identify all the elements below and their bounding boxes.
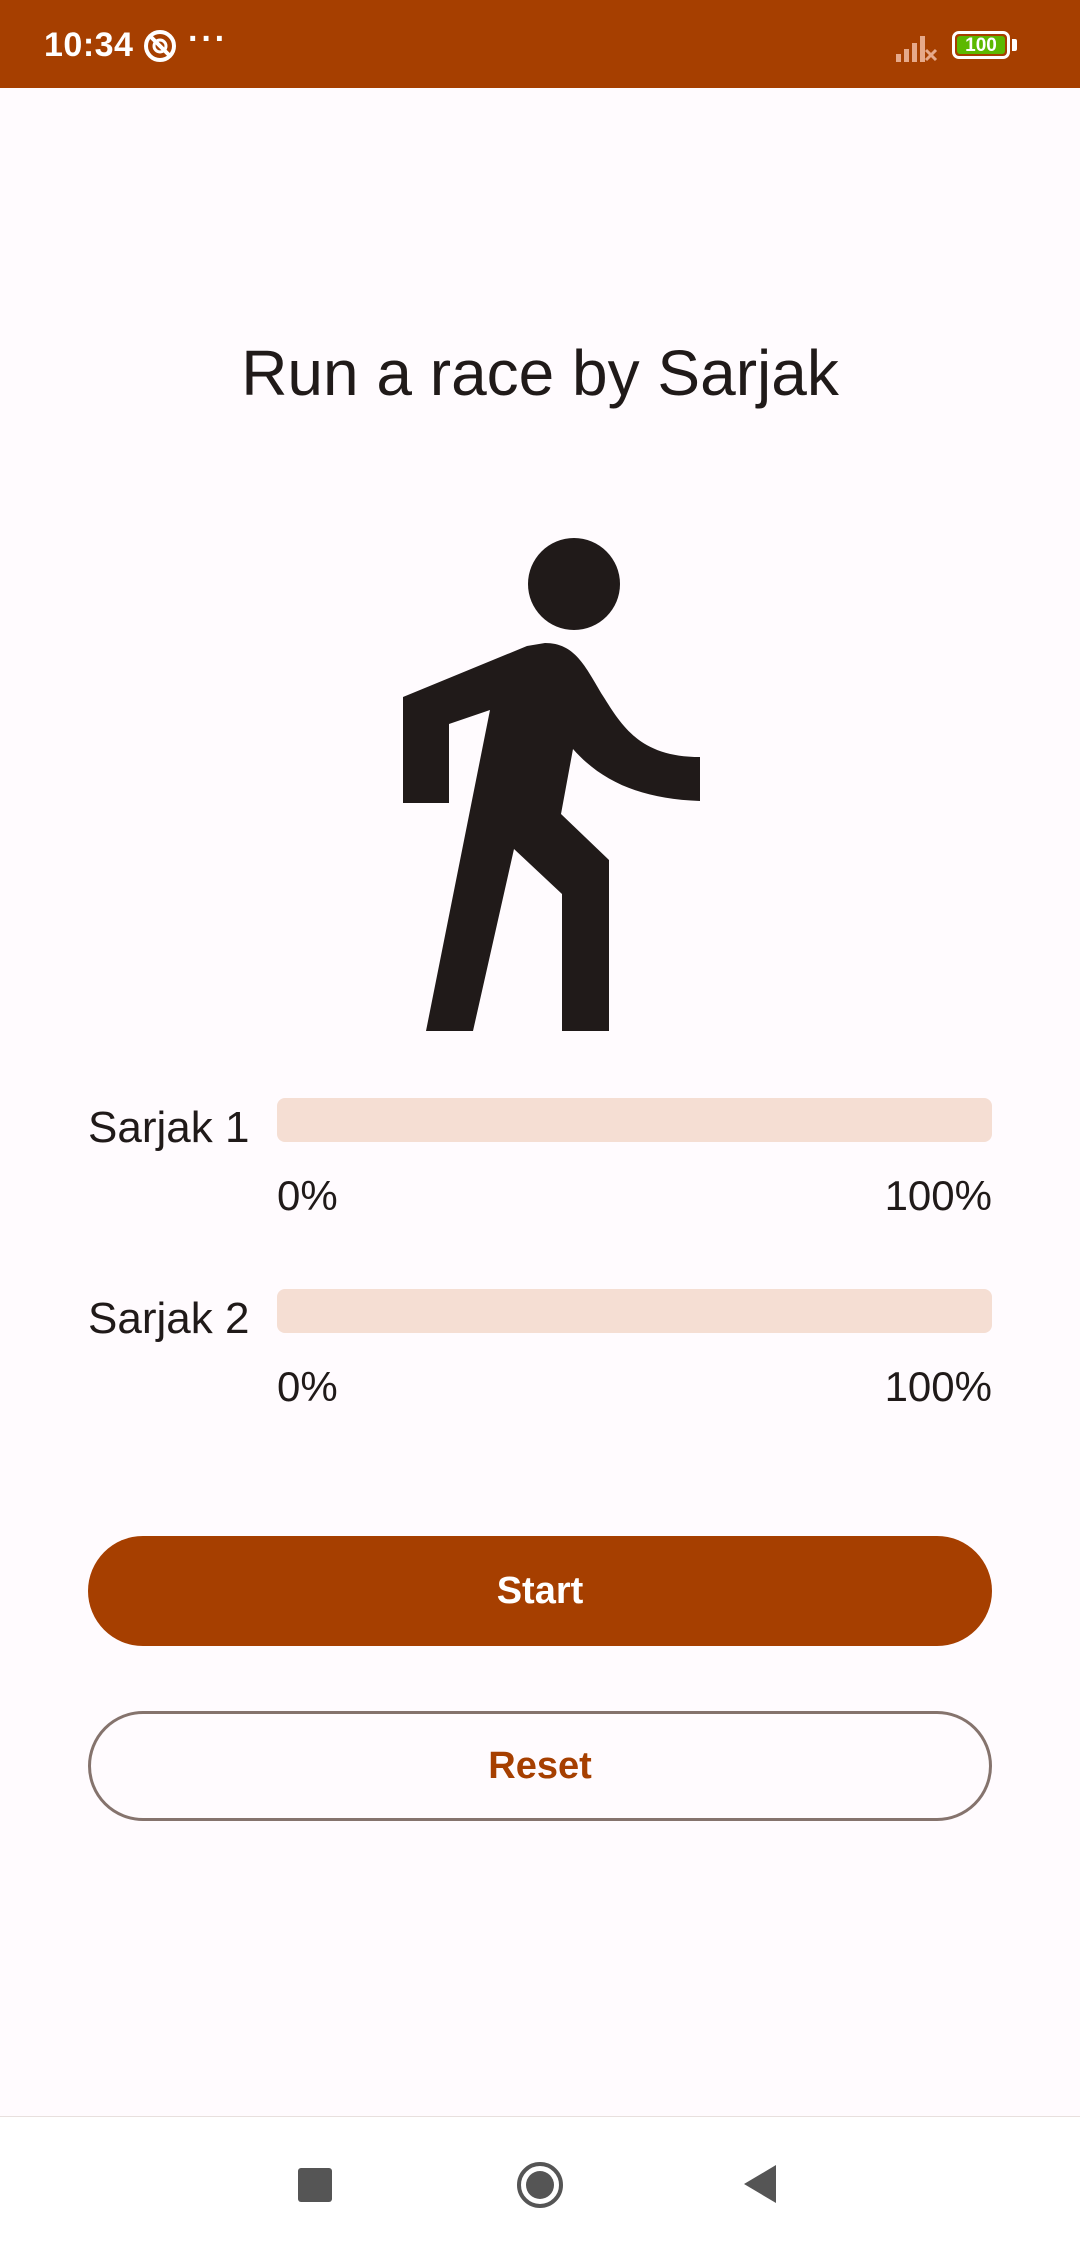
racer-1-max-label: 100% [884,1172,992,1219]
screen: 10:34 ··· 100 Run a race by Sarjak Sarja… [0,0,1080,2246]
recents-square-icon[interactable] [298,2168,332,2202]
racer-1-min-label: 0% [277,1172,338,1219]
battery-level: 100 [957,36,1005,55]
racer-2-label: Sarjak 2 [88,1294,250,1343]
back-triangle-icon[interactable] [742,2163,778,2205]
racer-2-max-label: 100% [884,1363,992,1410]
navigation-bar [0,2116,1080,2246]
home-circle-icon[interactable] [516,2161,564,2209]
signal-icon [896,36,938,62]
status-time: 10:34 [44,26,134,64]
dnd-icon [144,30,176,62]
racer-1-label: Sarjak 1 [88,1103,250,1152]
racer-2-min-label: 0% [277,1363,338,1410]
start-button-label: Start [496,1569,584,1612]
more-notifications-icon: ··· [188,20,228,58]
battery-tip [1012,39,1017,51]
reset-button-label: Reset [488,1744,592,1787]
racer-2-progress-bar [277,1289,992,1333]
status-bar: 10:34 ··· 100 [0,0,1080,88]
battery-icon: 100 [952,31,1010,59]
start-button[interactable]: Start [88,1536,992,1646]
page-title: Run a race by Sarjak [241,337,839,409]
reset-button[interactable]: Reset [88,1711,992,1821]
racer-1-progress-bar [277,1098,992,1142]
walking-person-icon [403,538,700,1031]
